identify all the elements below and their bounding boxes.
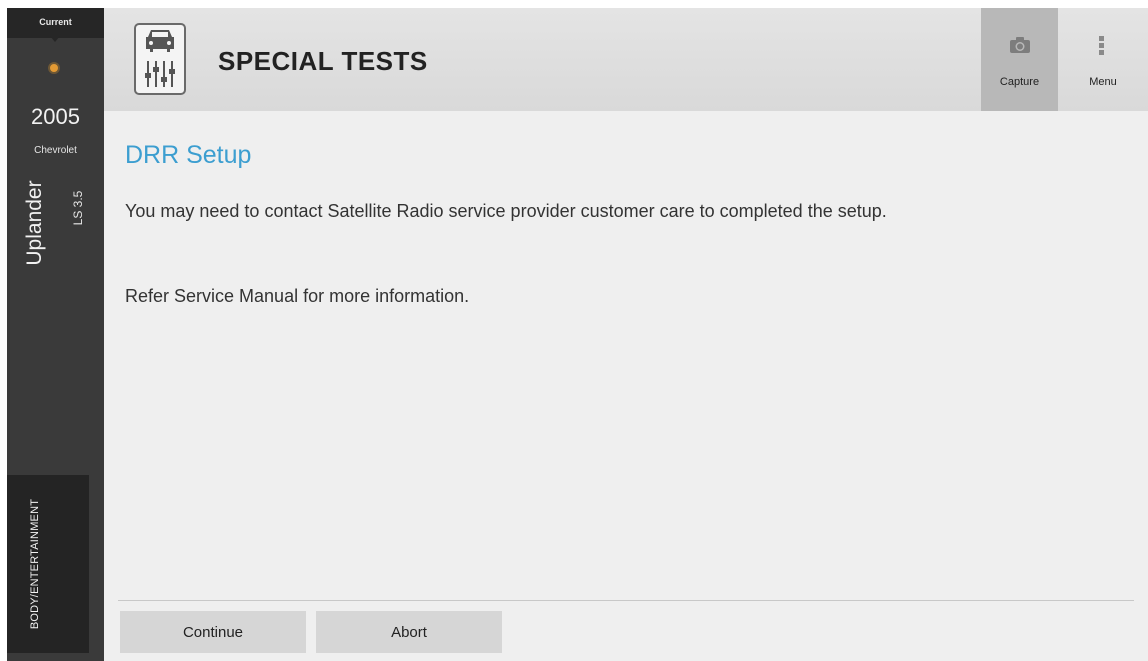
status-dot-icon <box>48 62 60 74</box>
camera-icon <box>1009 36 1031 59</box>
page-title: SPECIAL TESTS <box>218 46 428 76</box>
current-notch <box>50 36 60 42</box>
vertical-dots-icon <box>1099 36 1104 57</box>
continue-button[interactable]: Continue <box>120 611 306 653</box>
vehicle-model: Uplander <box>23 180 46 266</box>
vehicle-trim: LS 3.5 <box>71 190 85 226</box>
reference-message: Refer Service Manual for more informatio… <box>125 286 470 306</box>
system-category-label: BODY/ENTERTAINMENT <box>29 498 41 630</box>
header-bar: SPECIAL TESTS Capture Menu <box>104 8 1148 111</box>
vehicle-sidebar: Current 2005 Chevrolet Uplander LS 3.5 B… <box>7 8 104 661</box>
abort-button[interactable]: Abort <box>316 611 502 653</box>
capture-button[interactable]: Capture <box>981 8 1058 111</box>
section-title: DRR Setup <box>125 141 252 169</box>
main-panel: SPECIAL TESTS Capture Menu DRR Setup You… <box>104 8 1148 661</box>
car-diagnostic-icon <box>134 23 186 95</box>
vehicle-make: Chevrolet <box>34 145 77 156</box>
instruction-message: You may need to contact Satellite Radio … <box>125 201 887 221</box>
menu-button[interactable]: Menu <box>1058 8 1148 111</box>
capture-label: Capture <box>999 76 1040 88</box>
vehicle-year: 2005 <box>31 104 80 129</box>
system-category-tab[interactable]: BODY/ENTERTAINMENT <box>7 475 89 653</box>
menu-label: Menu <box>1089 76 1117 88</box>
current-label: Current <box>7 8 104 38</box>
footer-divider <box>118 600 1134 601</box>
